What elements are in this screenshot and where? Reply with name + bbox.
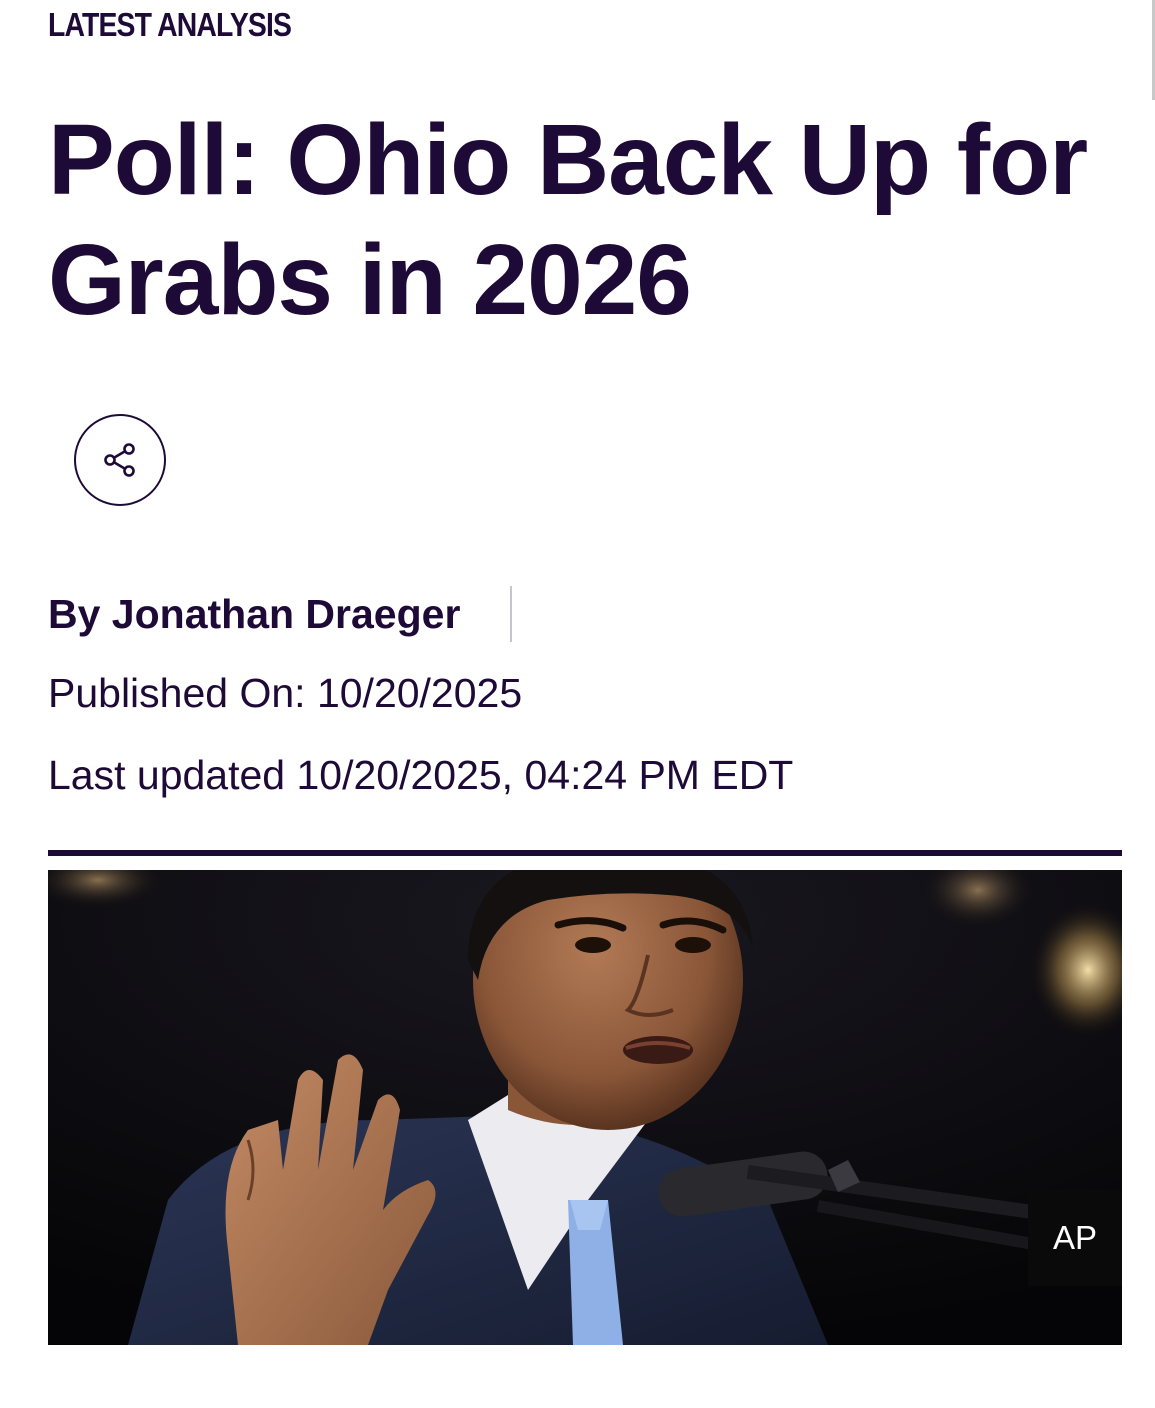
last-updated-date: Last updated 10/20/2025, 04:24 PM EDT (48, 752, 794, 798)
byline-divider (510, 586, 513, 642)
section-kicker[interactable]: LATEST ANALYSIS (48, 6, 292, 44)
hero-photo-speaker (48, 870, 1122, 1345)
byline-row: By Jonathan Draeger (48, 584, 513, 644)
article-headline: Poll: Ohio Back Up for Grabs in 2026 (48, 104, 1088, 336)
author-byline[interactable]: By Jonathan Draeger (48, 591, 460, 638)
published-date: Published On: 10/20/2025 (48, 670, 523, 716)
share-button[interactable] (74, 414, 166, 506)
share-icon (100, 440, 140, 480)
header-rule (48, 850, 1122, 856)
photo-credit: AP (1028, 1190, 1122, 1286)
hero-image: AP (48, 870, 1122, 1345)
